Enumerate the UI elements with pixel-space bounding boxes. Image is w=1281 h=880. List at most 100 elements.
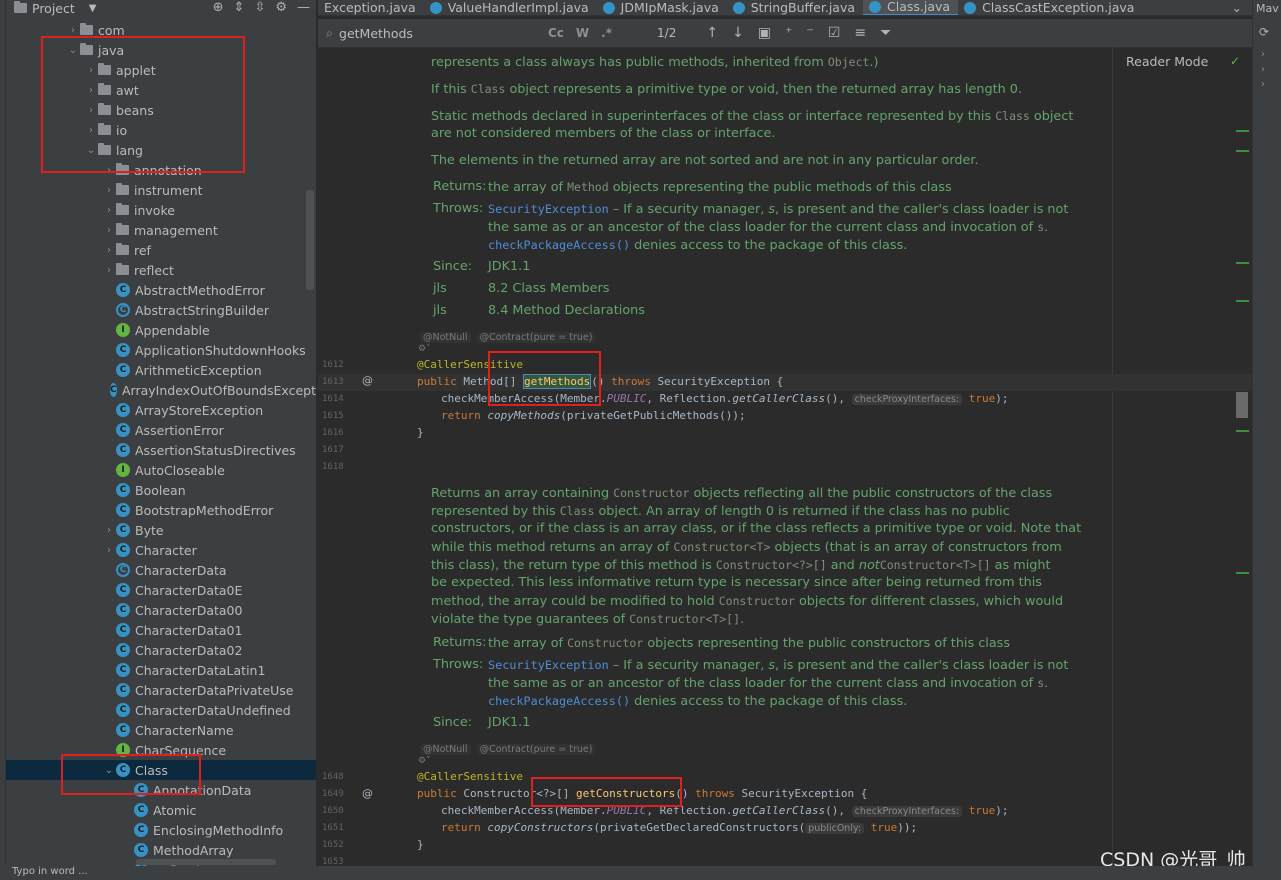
inspection-ok-icon[interactable]: ✓	[1230, 54, 1240, 68]
chevron-right-icon[interactable]: ›	[102, 265, 116, 276]
security-exception-link[interactable]: SecurityException	[488, 202, 609, 216]
chevron-right-icon[interactable]: ›	[66, 25, 80, 36]
tab-exception-java[interactable]: Exception.java	[318, 0, 424, 15]
tree-hscrollbar[interactable]	[136, 859, 276, 865]
chevron-right-icon[interactable]: ›	[1253, 62, 1281, 77]
tree-item-characterdata00[interactable]: C CharacterData00	[6, 600, 316, 620]
tree-item-autocloseable[interactable]: I AutoCloseable	[6, 460, 316, 480]
filter-icon[interactable]: ⏷	[880, 25, 891, 41]
security-exception-link[interactable]: SecurityException	[488, 658, 609, 672]
tree-item-charactername[interactable]: C CharacterName	[6, 720, 316, 740]
check-package-access-link[interactable]: checkPackageAccess()	[488, 694, 630, 708]
gear-icon[interactable]: ⚙	[275, 0, 287, 15]
tree-item-bootstrapmethoderror[interactable]: C BootstrapMethodError	[6, 500, 316, 520]
match-case-toggle[interactable]: Cc	[548, 26, 564, 40]
tree-item-methodarray[interactable]: C MethodArray	[6, 840, 316, 860]
arrow-down-icon[interactable]: ↓	[732, 25, 744, 41]
tree-item-abstractmethoderror[interactable]: C AbstractMethodError	[6, 280, 316, 300]
project-title[interactable]: Project	[32, 1, 75, 16]
tree-item-arithmeticexception[interactable]: C ArithmeticException	[6, 360, 316, 380]
inferred-annotations-1[interactable]: @NotNull @Contract(pure = true)	[420, 332, 596, 343]
tab-stringbuffer-java[interactable]: StringBuffer.java	[727, 0, 863, 15]
doc1-throws-label: Throws:	[433, 201, 484, 216]
expand-all-icon[interactable]: ⇕	[234, 0, 245, 15]
tree-item-abstractstringbuilder[interactable]: C AbstractStringBuilder	[6, 300, 316, 320]
chevron-right-icon[interactable]: ›	[102, 245, 116, 256]
arrow-up-icon[interactable]: ↑	[706, 25, 718, 41]
tree-item-arrayindexoutofboundsexcept[interactable]: C ArrayIndexOutOfBoundsExcept	[6, 380, 316, 400]
class-icon: C	[116, 483, 130, 497]
tree-item-instrument[interactable]: › instrument	[6, 180, 316, 200]
reader-mode-button[interactable]: Reader Mode	[1126, 54, 1208, 69]
tree-item-enclosingmethodinfo[interactable]: C EnclosingMethodInfo	[6, 820, 316, 840]
collapse-all-icon[interactable]: ⇳	[254, 0, 265, 15]
tree-item-atomic[interactable]: C Atomic	[6, 800, 316, 820]
whole-word-toggle[interactable]: W	[576, 26, 589, 40]
tree-item-management[interactable]: › management	[6, 220, 316, 240]
doc1-jls2: 8.4 Method Declarations	[488, 303, 645, 318]
tree-item-invoke[interactable]: › invoke	[6, 200, 316, 220]
doc1-since: JDK1.1	[488, 259, 531, 274]
tree-item-label: ArithmeticException	[135, 362, 262, 378]
tabs-overflow-icon[interactable]: ⌄	[1222, 0, 1252, 15]
tab-class-java[interactable]: Class.java	[863, 0, 959, 15]
check-package-access-link[interactable]: checkPackageAccess()	[488, 238, 630, 252]
tree-item-characterdata0e[interactable]: C CharacterData0E	[6, 580, 316, 600]
tree-scrollbar[interactable]	[306, 190, 314, 290]
inferred-annotations-2[interactable]: @NotNull @Contract(pure = true)	[420, 744, 596, 755]
tree-item-characterdatalatin1[interactable]: C CharacterDataLatin1	[6, 660, 316, 680]
hide-icon[interactable]: —	[297, 0, 310, 15]
chevron-right-icon[interactable]: ›	[102, 525, 116, 536]
right-tool-panel: Mav ⟳ › › ›	[1252, 0, 1281, 880]
scroll-mark	[1236, 572, 1249, 574]
hint-toggle-icon[interactable]: ⚙˅	[418, 344, 431, 354]
tab-valuehandlerimpl-java[interactable]: ValueHandlerImpl.java	[424, 0, 597, 15]
class-icon: C	[134, 823, 148, 837]
code2-line3: return copyConstructors(privateGetDeclar…	[441, 821, 918, 834]
select-occurrences-icon[interactable]: ☑	[828, 25, 841, 41]
scroll-thumb[interactable]	[1236, 392, 1248, 418]
override-gutter-icon[interactable]: @	[362, 374, 373, 387]
select-all-icon[interactable]: ▣	[758, 25, 771, 41]
hint-toggle-icon[interactable]: ⚙˅	[418, 756, 431, 766]
class-icon	[869, 0, 882, 13]
chevron-right-icon[interactable]: ›	[1253, 47, 1281, 62]
locate-icon[interactable]: ⊕	[213, 0, 224, 15]
chevron-right-icon[interactable]: ›	[102, 225, 116, 236]
tree-item-assertionerror[interactable]: C AssertionError	[6, 420, 316, 440]
tree-item-byte[interactable]: › C Byte	[6, 520, 316, 540]
doc2-l8: violate the type guarantees of Construct…	[431, 612, 745, 627]
chevron-down-icon[interactable]: ▼	[89, 3, 97, 14]
tree-item-characterdataprivateuse[interactable]: C CharacterDataPrivateUse	[6, 680, 316, 700]
tree-item-characterdata01[interactable]: C CharacterData01	[6, 620, 316, 640]
tree-item-arraystoreexception[interactable]: C ArrayStoreException	[6, 400, 316, 420]
tree-item-character[interactable]: › C Character	[6, 540, 316, 560]
tab-jdmipmask-java[interactable]: JDMIpMask.java	[597, 0, 727, 15]
tab-classcastexception-java[interactable]: ClassCastException.java	[958, 0, 1142, 15]
in-selection-icon[interactable]: ≡	[854, 25, 866, 41]
tree-item-characterdata02[interactable]: C CharacterData02	[6, 640, 316, 660]
chevron-right-icon[interactable]: ›	[1253, 77, 1281, 92]
add-occurrence-icon[interactable]: ⁺	[785, 25, 792, 41]
refresh-icon[interactable]: ⟳	[1253, 17, 1281, 47]
tree-item-characterdata[interactable]: C CharacterData	[6, 560, 316, 580]
tree-item-label: Appendable	[135, 322, 210, 338]
override-gutter-icon[interactable]: @	[362, 787, 373, 800]
chevron-right-icon[interactable]: ›	[102, 205, 116, 216]
tree-item-applicationshutdownhooks[interactable]: C ApplicationShutdownHooks	[6, 340, 316, 360]
tree-item-label: Boolean	[135, 482, 186, 498]
match-count: 1/2	[657, 26, 677, 40]
regex-toggle[interactable]: .*	[601, 26, 612, 40]
tree-item-reflect[interactable]: › reflect	[6, 260, 316, 280]
chevron-right-icon[interactable]: ›	[102, 545, 116, 556]
tree-item-boolean[interactable]: C Boolean	[6, 480, 316, 500]
remove-occurrence-icon[interactable]: ⁻	[806, 25, 813, 41]
find-input[interactable]: ⌕ getMethods	[318, 25, 548, 41]
tree-item-characterdataundefined[interactable]: C CharacterDataUndefined	[6, 700, 316, 720]
maven-tab[interactable]: Mav	[1253, 0, 1281, 17]
project-icon	[14, 1, 27, 13]
chevron-right-icon[interactable]: ›	[102, 185, 116, 196]
tree-item-assertionstatusdirectives[interactable]: C AssertionStatusDirectives	[6, 440, 316, 460]
tree-item-appendable[interactable]: I Appendable	[6, 320, 316, 340]
tree-item-ref[interactable]: › ref	[6, 240, 316, 260]
